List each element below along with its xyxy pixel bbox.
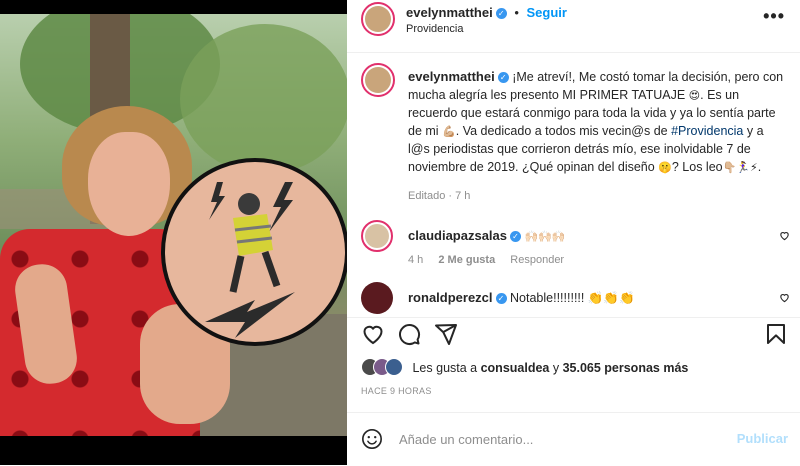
bookmark-icon[interactable]: [764, 322, 788, 346]
liker-username-link[interactable]: consualdea: [481, 361, 550, 375]
liker-avatar: [385, 358, 403, 376]
muscle-emoji: 💪🏼: [442, 125, 456, 138]
post-header: evelynmatthei ✓ • Seguir Providencia •••: [347, 0, 800, 53]
author-username[interactable]: evelynmatthei: [406, 5, 493, 20]
caption-emojis: 👇🏼🏃‍♀️⚡: [722, 161, 758, 174]
verified-badge-icon: ✓: [495, 293, 507, 304]
comment-like-icon[interactable]: [779, 292, 790, 306]
comment-text: 🙌🏻🙌🏻🙌🏻: [524, 231, 566, 243]
share-icon[interactable]: [434, 322, 458, 346]
post-detail-pane: evelynmatthei ✓ • Seguir Providencia ••• …: [347, 0, 800, 465]
caption-timestamp: Editado · 7 h: [408, 190, 471, 202]
likes-summary: Les gusta a consualdea y 35.065 personas…: [361, 358, 688, 378]
commenter-avatar[interactable]: [361, 220, 393, 252]
comment-text: Notable!!!!!!!!! 👏👏👏: [510, 291, 635, 305]
comment-icon[interactable]: [397, 322, 421, 346]
post-media[interactable]: [0, 0, 347, 465]
reply-button[interactable]: Responder: [510, 254, 564, 266]
post-caption: evelynmatthei ✓ ¡Me atreví!, Me costó tom…: [408, 68, 788, 177]
publish-button[interactable]: Publicar: [737, 431, 788, 446]
shush-emoji: 🤫: [658, 161, 672, 174]
comments-scroll-area[interactable]: evelynmatthei ✓ ¡Me atreví!, Me costó tom…: [347, 52, 800, 317]
comment-input[interactable]: [397, 427, 721, 451]
follow-button[interactable]: Seguir: [527, 5, 567, 20]
caption-username[interactable]: evelynmatthei: [408, 69, 495, 84]
woman-face: [88, 132, 170, 236]
tattoo-illustration: [205, 182, 295, 338]
location-link[interactable]: Providencia: [406, 23, 463, 35]
verified-badge-icon: ✓: [510, 231, 521, 242]
comment-likes-link[interactable]: 2 Me gusta: [438, 254, 495, 266]
tattoo-closeup: [161, 158, 347, 346]
commenter-username[interactable]: ronaldperezcl: [408, 290, 493, 305]
heart-icon[interactable]: [361, 322, 385, 346]
likes-count-link[interactable]: 35.065 personas más: [563, 361, 689, 375]
more-options-icon[interactable]: •••: [763, 6, 785, 27]
author-avatar[interactable]: [361, 2, 395, 36]
comment-like-icon[interactable]: [779, 230, 790, 244]
post-actions-bar: [347, 317, 800, 354]
add-comment-bar: Publicar: [347, 412, 800, 466]
post-timestamp: HACE 9 HORAS: [361, 386, 432, 396]
verified-badge-icon: ✓: [497, 72, 509, 83]
heart-eyes-emoji: 😍: [688, 89, 701, 102]
comment-time: 4 h: [408, 254, 424, 266]
emoji-icon[interactable]: [361, 428, 383, 450]
commenter-username[interactable]: claudiapazsalas: [408, 228, 507, 243]
commenter-avatar[interactable]: [361, 282, 393, 314]
header-separator: •: [514, 5, 519, 20]
verified-badge-icon: ✓: [495, 8, 507, 19]
caption-avatar[interactable]: [361, 63, 395, 97]
hashtag-link[interactable]: #Providencia: [671, 124, 743, 138]
